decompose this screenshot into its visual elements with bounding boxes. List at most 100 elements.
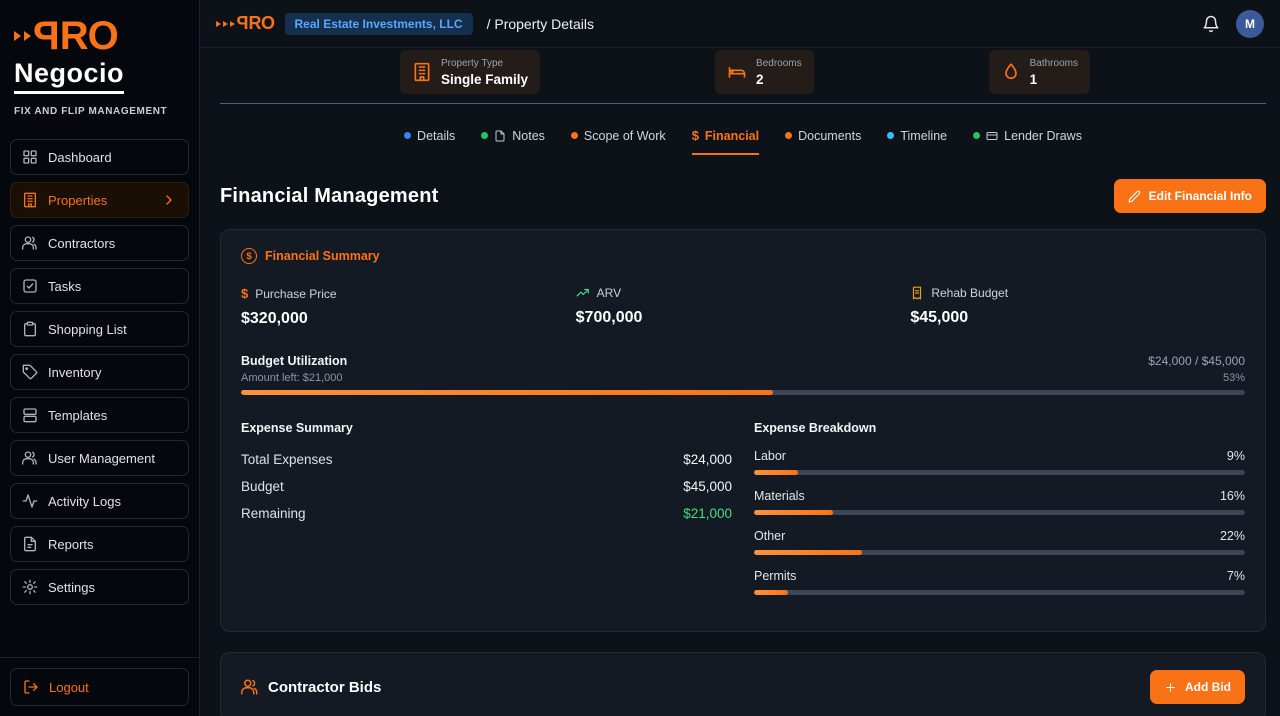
trend-up-icon [576, 288, 589, 297]
sidebar-item-label: Dashboard [48, 149, 112, 165]
header-logo: PRO [216, 13, 275, 34]
financial-metrics: Purchase Price $320,000 ARV $700,000 Reh… [241, 286, 1245, 328]
sidebar-item-label: Inventory [48, 364, 102, 380]
user-avatar[interactable]: M [1236, 9, 1264, 38]
breakdown-row-labor: Labor 9% [754, 449, 1245, 475]
sidebar-item-dashboard[interactable]: Dashboard [10, 139, 189, 175]
sidebar-item-shopping-list[interactable]: Shopping List [10, 311, 189, 347]
logo-name: Negocio [14, 58, 125, 94]
bathrooms-card: Bathrooms 1 [988, 50, 1090, 94]
tab-lender-draws[interactable]: Lender Draws [973, 128, 1082, 155]
sidebar-item-label: Settings [48, 579, 95, 595]
page-content: Property Type Single Family Bedrooms 2 B… [200, 48, 1280, 716]
logout-label: Logout [49, 679, 89, 695]
building-icon [24, 192, 36, 208]
main-area: PRO Real Estate Investments, LLC / Prope… [200, 0, 1280, 716]
company-badge[interactable]: Real Estate Investments, LLC [284, 12, 473, 35]
card-icon [986, 131, 998, 140]
property-type-value: Single Family [441, 71, 529, 87]
app-logo: PRO Negocio FIX AND FLIP MANAGEMENT [0, 0, 199, 127]
sidebar-item-label: Templates [48, 407, 108, 423]
people-icon [241, 679, 258, 695]
budget-ratio: $24,000 / $45,000 [1148, 354, 1245, 368]
tab-details[interactable]: Details [404, 128, 455, 155]
materials-progress-bar [754, 510, 1245, 515]
budget-percent-label: 53% [1222, 372, 1245, 384]
people-icon [22, 236, 37, 250]
bathrooms-value: 1 [1029, 71, 1038, 87]
expense-breakdown: Expense Breakdown Labor 9% Materials 16% [754, 421, 1245, 609]
page-title: Financial Management [220, 184, 439, 207]
tab-timeline[interactable]: Timeline [887, 128, 947, 155]
sidebar-item-label: Shopping List [48, 321, 127, 337]
sidebar-item-templates[interactable]: Templates [10, 397, 189, 433]
logo-arrow-icon [14, 31, 21, 41]
financial-summary-card: Financial Summary Purchase Price $320,00… [220, 229, 1266, 632]
sidebar-item-user-management[interactable]: User Management [10, 440, 189, 476]
bedrooms-label: Bedrooms [756, 57, 802, 69]
budget-utilization: Budget Utilization $24,000 / $45,000 Amo… [241, 354, 1245, 395]
sidebar-item-inventory[interactable]: Inventory [10, 354, 189, 390]
sidebar-footer: Logout [0, 657, 199, 716]
sidebar-item-reports[interactable]: Reports [10, 526, 189, 562]
labor-progress-bar [754, 470, 1245, 475]
grid-icon [23, 150, 37, 164]
tab-scope-of-work[interactable]: Scope of Work [570, 128, 666, 155]
top-header: PRO Real Estate Investments, LLC / Prope… [200, 0, 1280, 48]
tab-financial[interactable]: Financial [691, 128, 760, 155]
gear-icon [22, 579, 38, 595]
logo-pro-p: P [34, 14, 60, 58]
breakdown-row-materials: Materials 16% [754, 489, 1245, 515]
rehab-budget-metric: Rehab Budget $45,000 [910, 286, 1245, 328]
dollar-icon [692, 128, 699, 143]
amount-left-label: Amount left: $21,000 [241, 372, 343, 384]
sidebar-item-contractors[interactable]: Contractors [10, 225, 189, 261]
sidebar-item-label: Contractors [48, 235, 116, 251]
tab-notes[interactable]: Notes [481, 128, 545, 155]
dollar-circle-icon [241, 248, 257, 264]
tab-documents[interactable]: Documents [785, 128, 861, 155]
sidebar-item-label: Reports [48, 536, 94, 552]
layout-icon [23, 408, 37, 423]
sidebar-item-tasks[interactable]: Tasks [10, 268, 189, 304]
contractor-bids-card: Contractor Bids Add Bid [220, 652, 1266, 716]
bathrooms-label: Bathrooms [1029, 57, 1078, 69]
chevron-right-icon [166, 195, 172, 205]
sidebar-item-label: User Management [48, 450, 155, 466]
add-bid-button[interactable]: Add Bid [1150, 670, 1245, 704]
expense-breakdown-title: Expense Breakdown [754, 421, 877, 435]
logo-tagline: FIX AND FLIP MANAGEMENT [14, 106, 168, 117]
breakdown-row-permits: Permits 7% [754, 569, 1245, 595]
plus-icon [1166, 682, 1175, 692]
property-type-label: Property Type [441, 57, 504, 69]
edit-financial-info-button[interactable]: Edit Financial Info [1113, 179, 1266, 213]
sidebar-item-activity-logs[interactable]: Activity Logs [10, 483, 189, 519]
timeline-dot-icon [887, 132, 895, 139]
sidebar-item-label: Activity Logs [48, 493, 121, 509]
financial-summary-title: Financial Summary [265, 249, 380, 263]
dollar-icon [241, 286, 248, 301]
notes-dot-icon [481, 132, 489, 139]
sidebar-item-properties[interactable]: Properties [10, 182, 189, 218]
pencil-icon [1128, 190, 1141, 202]
receipt-icon [913, 286, 922, 300]
purchase-price-value: $320,000 [241, 310, 308, 327]
tag-icon [22, 364, 38, 380]
bedrooms-card: Bedrooms 2 [715, 50, 814, 94]
breakdown-row-other: Other 22% [754, 529, 1245, 555]
logo-arrow-icon [216, 20, 221, 27]
logout-button[interactable]: Logout [10, 668, 189, 706]
activity-icon [22, 494, 38, 508]
logo-arrow-icon [24, 31, 31, 41]
notifications-button[interactable] [1202, 15, 1220, 33]
sidebar-item-label: Properties [48, 192, 108, 208]
sidebar-item-settings[interactable]: Settings [10, 569, 189, 605]
expense-summary-title: Expense Summary [241, 421, 353, 435]
other-progress-bar [754, 550, 1245, 555]
sidebar-nav: Dashboard Properties Contractors Tasks S… [0, 127, 199, 657]
property-tabs: Details Notes Scope of Work Financial Do… [220, 104, 1266, 155]
expense-row-budget: Budget $45,000 [241, 479, 732, 494]
contractor-bids-title: Contractor Bids [268, 678, 382, 696]
arv-value: $700,000 [575, 309, 643, 326]
document-icon [495, 130, 505, 141]
